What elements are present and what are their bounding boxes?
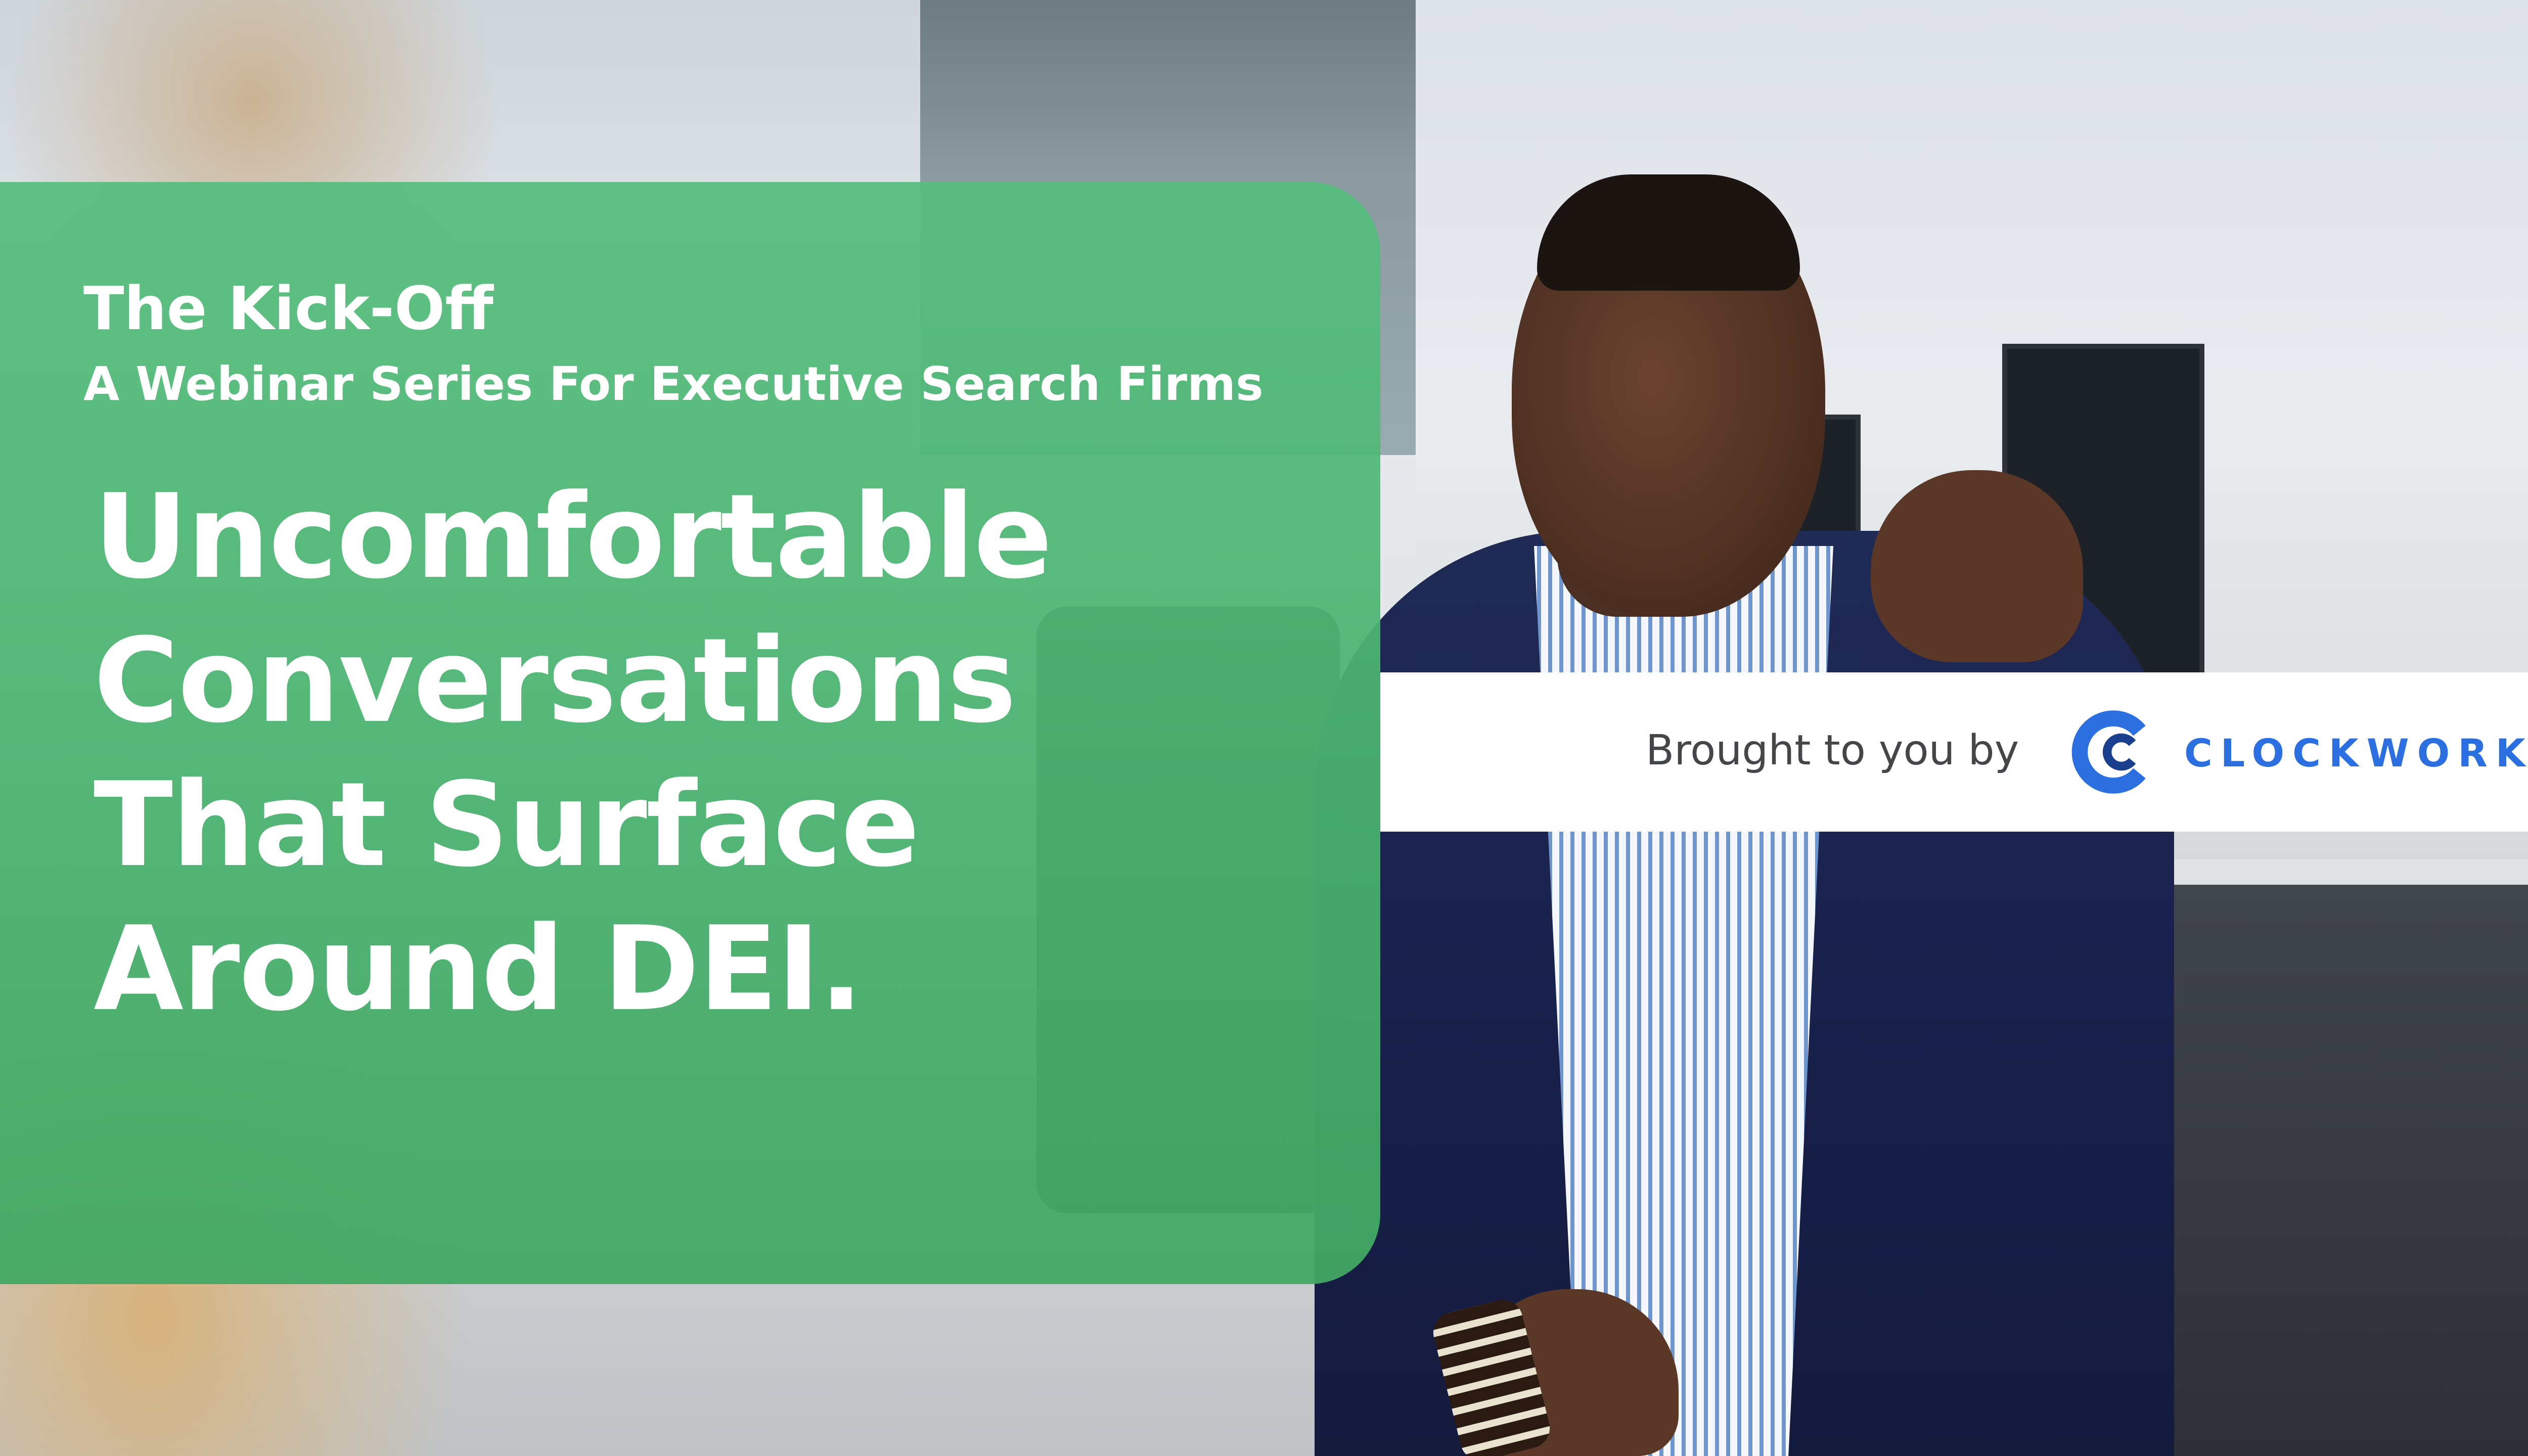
webinar-banner: The Kick-Off A Webinar Series For Execut… [0,0,2528,1456]
person-hair [1537,174,1800,291]
series-kicker: The Kick-Off [83,274,493,343]
clockwork-wordmark: CLOCKWORK [2184,731,2528,776]
person-raised-hand [1871,470,2083,662]
headline-line: That Surface [94,758,920,893]
headline-line: Conversations [94,614,1016,749]
series-subtitle: A Webinar Series For Executive Search Fi… [83,357,1263,411]
headline-line: Uncomfortable [94,470,1053,605]
webinar-headline: Uncomfortable Conversations That Surface… [94,465,1053,1041]
sponsor-label: Brought to you by [1646,726,2019,775]
headline-line: Around DEI. [94,902,864,1037]
clockwork-logo-icon [2071,710,2146,794]
